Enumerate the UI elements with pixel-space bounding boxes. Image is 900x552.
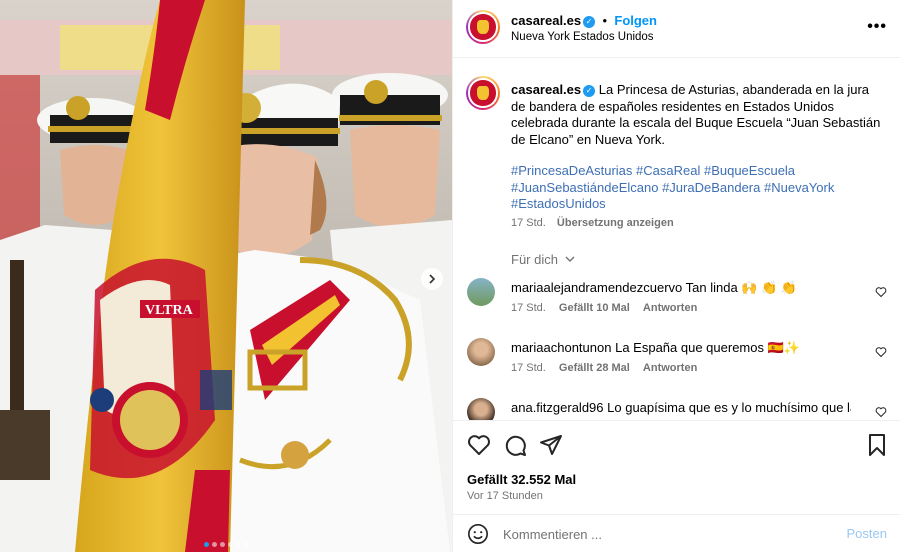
carousel-dot: [211, 542, 217, 547]
emoji-smiley-icon[interactable]: [467, 523, 489, 545]
hashtag-link[interactable]: #JuraDeBandera: [662, 180, 760, 195]
post-location[interactable]: Nueva York Estados Unidos: [511, 31, 654, 43]
next-slide-button[interactable]: [421, 268, 443, 290]
like-heart-icon[interactable]: [467, 433, 491, 457]
flag-motto-text: VLTRA: [145, 303, 194, 318]
carousel-dot: [227, 542, 233, 547]
comment-text: Tan linda 🙌 👏 👏: [685, 280, 798, 295]
likes-count[interactable]: Gefällt 32.552 Mal: [467, 472, 576, 487]
post-caption: casareal.es ✓ La Princesa de Asturias, ab…: [511, 82, 886, 148]
commenter-avatar[interactable]: [467, 338, 495, 366]
chevron-down-icon: [565, 256, 575, 262]
share-paper-plane-icon[interactable]: [539, 433, 563, 457]
post-time[interactable]: Vor 17 Stunden: [467, 490, 543, 502]
post-header: casareal.es ✓ • Folgen Nueva York Estados…: [453, 0, 900, 58]
comment-text: Lo guapísima que es y lo muchísimo que l…: [607, 400, 851, 415]
comment-timestamp: 17 Std.: [511, 362, 546, 374]
photo-illustration: VLTRA: [0, 0, 452, 552]
separator-bullet: •: [602, 13, 608, 28]
comments-scroll-area[interactable]: casareal.es ✓ La Princesa de Asturias, ab…: [453, 58, 900, 420]
caption-author-username[interactable]: casareal.es: [511, 82, 581, 97]
comment-input[interactable]: [503, 524, 823, 544]
comment-item: mariaachontunon La España que queremos 🇪…: [467, 338, 887, 384]
hashtag-link[interactable]: #EstadosUnidos: [511, 196, 606, 211]
heart-icon[interactable]: [875, 286, 887, 298]
more-options-button[interactable]: •••: [867, 18, 887, 36]
post-actions-bar: Gefällt 32.552 Mal Vor 17 Stunden: [453, 420, 900, 514]
caption-author-avatar[interactable]: [466, 76, 500, 110]
comment-likes-count[interactable]: Gefällt 28 Mal: [559, 362, 630, 374]
commenter-avatar[interactable]: [467, 398, 495, 420]
heart-icon[interactable]: [875, 346, 887, 358]
carousel-indicators: [0, 542, 452, 547]
carousel-dot: [203, 542, 209, 547]
verified-badge-icon: ✓: [583, 85, 596, 97]
carousel-dot: [235, 542, 241, 547]
verified-badge-icon: ✓: [583, 16, 596, 28]
carousel-dot: [243, 542, 249, 547]
commenter-avatar[interactable]: [467, 278, 495, 306]
royal-crest-icon: [477, 20, 489, 34]
comment-timestamp: 17 Std.: [511, 302, 546, 314]
caption-meta: 17 Std. Übersetzung anzeigen: [511, 217, 674, 229]
follow-button[interactable]: Folgen: [614, 13, 657, 28]
royal-crest-icon: [477, 86, 489, 100]
hashtag-link[interactable]: #NuevaYork: [764, 180, 834, 195]
reply-button[interactable]: Antworten: [643, 302, 697, 314]
author-username[interactable]: casareal.es: [511, 13, 581, 28]
comment-item: ana.fitzgerald96 Lo guapísima que es y l…: [467, 398, 887, 420]
author-avatar[interactable]: [466, 10, 500, 44]
for-you-label: Für dich: [511, 252, 558, 267]
hashtag-link[interactable]: #BuqueEscuela: [704, 163, 795, 178]
comment-item: mariaalejandramendezcuervo Tan linda 🙌 👏…: [467, 278, 887, 324]
hashtag-link[interactable]: #JuanSebastiándeElcano: [511, 180, 658, 195]
hashtag-link[interactable]: #CasaReal: [636, 163, 700, 178]
hashtag-list: #PrincesaDeAsturias #CasaReal #BuqueEscu…: [511, 163, 881, 213]
comment-text: La España que queremos 🇪🇸✨: [615, 340, 800, 355]
add-comment-bar: Posten: [453, 514, 900, 552]
post-image[interactable]: VLTRA: [0, 0, 452, 552]
caption-timestamp: 17 Std.: [511, 217, 546, 229]
commenter-username[interactable]: mariaalejandramendezcuervo: [511, 280, 682, 295]
bookmark-icon[interactable]: [865, 433, 889, 457]
chevron-right-icon: [429, 274, 436, 284]
comment-bubble-icon[interactable]: [503, 433, 527, 457]
comment-likes-count[interactable]: Gefällt 10 Mal: [559, 302, 630, 314]
carousel-dot: [219, 542, 225, 547]
heart-icon[interactable]: [875, 406, 887, 418]
for-you-dropdown[interactable]: Für dich: [511, 252, 575, 267]
reply-button[interactable]: Antworten: [643, 362, 697, 374]
post-comment-button[interactable]: Posten: [847, 526, 887, 541]
commenter-username[interactable]: mariaachontunon: [511, 340, 611, 355]
hashtag-link[interactable]: #PrincesaDeAsturias: [511, 163, 632, 178]
translate-button[interactable]: Übersetzung anzeigen: [557, 217, 674, 229]
commenter-username[interactable]: ana.fitzgerald96: [511, 400, 604, 415]
post-detail-panel: casareal.es ✓ • Folgen Nueva York Estados…: [452, 0, 900, 552]
